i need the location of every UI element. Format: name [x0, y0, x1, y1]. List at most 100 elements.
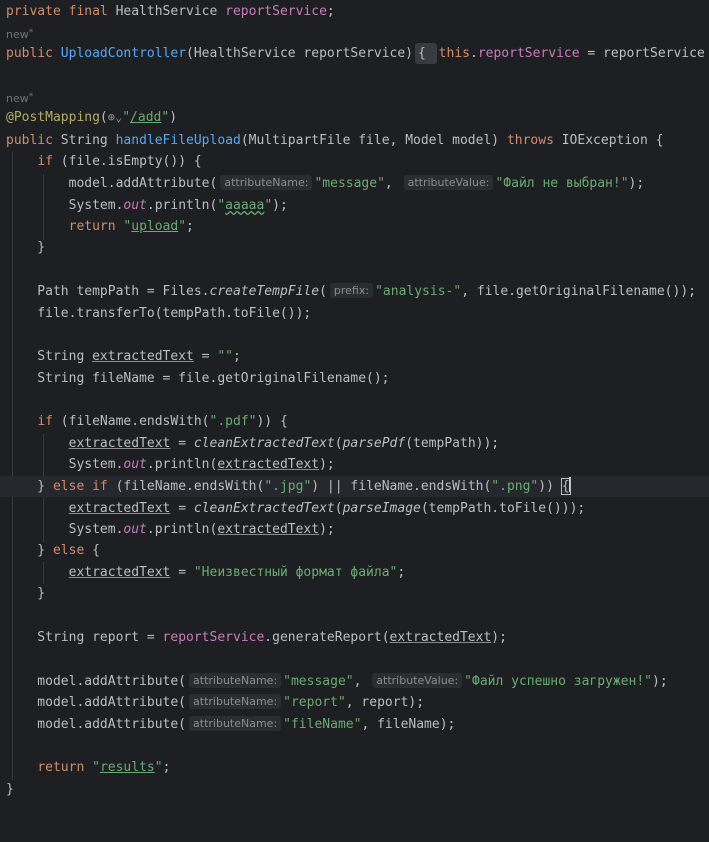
token: extractedText: [68, 501, 171, 516]
token: String fileName = file.getOriginalFilena…: [6, 371, 390, 386]
template-link[interactable]: upload: [131, 219, 178, 234]
param-hint: attributeName:: [220, 175, 313, 190]
token: ".jpg": [264, 479, 312, 494]
token: ) || fileName.endsWith(: [311, 479, 492, 494]
token: .println(: [146, 198, 218, 213]
token: "fileName": [283, 717, 362, 732]
folded-block[interactable]: {: [415, 43, 437, 64]
code-line[interactable]: String fileName = file.getOriginalFilena…: [0, 368, 709, 389]
code-line[interactable]: } else {: [0, 540, 709, 561]
token: this: [438, 46, 470, 61]
token: ": [217, 198, 226, 213]
token: extractedText: [217, 457, 320, 472]
code-line[interactable]: extractedText = "Неизвестный формат файл…: [0, 562, 709, 583]
token: , report);: [345, 695, 425, 710]
token: }: [6, 240, 46, 255]
code-line[interactable]: model.addAttribute(attributeName: "messag…: [0, 671, 709, 692]
token: ;: [162, 760, 171, 775]
token: (: [319, 284, 327, 299]
code-line[interactable]: public UploadController(HealthService re…: [0, 43, 709, 64]
new-label: new: [6, 92, 29, 105]
author-icon: *: [28, 92, 34, 102]
code-line[interactable]: System.out.println(extractedText);: [0, 519, 709, 540]
token: (file.isEmpty()) {: [60, 154, 202, 169]
code-line[interactable]: @PostMapping(⊕⌄"/add"): [0, 107, 709, 128]
code-line[interactable]: model.addAttribute(attributeName: "report…: [0, 692, 709, 713]
token: "analysis-": [375, 284, 462, 299]
token: ;: [326, 4, 335, 19]
code-line[interactable]: String report = reportService.generateRe…: [0, 627, 709, 648]
token: (: [99, 110, 108, 125]
code-line[interactable]: if (file.isEmpty()) {: [0, 151, 709, 172]
token: extractedText: [68, 565, 171, 580]
token: ": [161, 110, 170, 125]
code-line[interactable]: }: [0, 583, 709, 604]
token: extractedText: [68, 436, 171, 451]
token: );: [272, 198, 288, 213]
param-hint: attributeName:: [189, 673, 282, 688]
token: )) {: [256, 414, 288, 429]
code-line[interactable]: model.addAttribute(attributeName: "messag…: [0, 173, 709, 194]
param-hint: attributeValue:: [372, 673, 463, 688]
code-line[interactable]: System.out.println(extractedText);: [0, 454, 709, 475]
url-link[interactable]: /add: [130, 110, 161, 125]
code-line[interactable]: String extractedText = "";: [0, 346, 709, 367]
token: );: [319, 457, 335, 472]
code-line[interactable]: }: [0, 237, 709, 258]
token: reportService: [225, 4, 327, 19]
token: );: [491, 630, 507, 645]
token: out: [123, 457, 147, 472]
token: ".png": [491, 479, 539, 494]
token: System.: [6, 522, 124, 537]
globe-icon[interactable]: ⊕: [108, 110, 115, 124]
token: {: [92, 543, 100, 558]
param-hint: attributeName:: [189, 694, 282, 709]
token: cleanExtractedText: [193, 436, 335, 451]
code-line[interactable]: Path tempPath = Files.createTempFile(pre…: [0, 281, 709, 302]
token: , file.getOriginalFilename());: [461, 284, 696, 299]
typo-warning[interactable]: aaaaa: [225, 198, 264, 213]
token: @PostMapping: [6, 110, 100, 125]
token: HealthService: [115, 4, 226, 19]
token: model.addAttribute(: [6, 674, 187, 689]
code-line[interactable]: return "upload";: [0, 216, 709, 237]
token: handleFileUpload: [115, 133, 241, 148]
token: }: [6, 543, 53, 558]
token: UploadController: [60, 46, 187, 61]
token: String report =: [6, 630, 163, 645]
new-author-hint[interactable]: new*: [6, 89, 33, 105]
token: throws: [506, 133, 562, 148]
code-line[interactable]: }: [0, 779, 709, 800]
token: );: [319, 522, 335, 537]
token: (tempPath.toFile()));: [420, 501, 586, 516]
token: (HealthService reportService): [186, 46, 414, 61]
code-line[interactable]: private final HealthService reportServic…: [0, 1, 709, 22]
token: "message": [314, 176, 385, 191]
token: ): [169, 110, 178, 125]
code-line[interactable]: extractedText = cleanExtractedText(parse…: [0, 498, 709, 519]
token: }: [6, 479, 53, 494]
token: ": [92, 760, 100, 775]
token: =: [170, 501, 194, 516]
code-line[interactable]: file.transferTo(tempPath.toFile());: [0, 303, 709, 324]
new-author-hint[interactable]: new*: [6, 25, 33, 41]
code-line[interactable]: return "results";: [0, 757, 709, 778]
code-line[interactable]: if (fileName.endsWith(".pdf")) {: [0, 411, 709, 432]
code-editor[interactable]: private final HealthService reportServic…: [0, 0, 709, 800]
token: "message": [283, 674, 354, 689]
current-code-line[interactable]: } else if (fileName.endsWith(".jpg") || …: [0, 476, 709, 497]
token: ,: [384, 176, 401, 191]
template-link[interactable]: results: [100, 760, 155, 775]
code-line[interactable]: public String handleFileUpload(Multipart…: [0, 130, 709, 151]
token: ;: [232, 349, 241, 364]
token: out: [123, 198, 147, 213]
token: .println(: [146, 522, 218, 537]
token: =: [170, 436, 194, 451]
code-line[interactable]: model.addAttribute(attributeName: "fileNa…: [0, 714, 709, 735]
code-line[interactable]: System.out.println("aaaaa");: [0, 195, 709, 216]
code-line[interactable]: extractedText = cleanExtractedText(parse…: [0, 433, 709, 454]
token: = reportService: [579, 46, 705, 61]
token: ;: [397, 565, 406, 580]
